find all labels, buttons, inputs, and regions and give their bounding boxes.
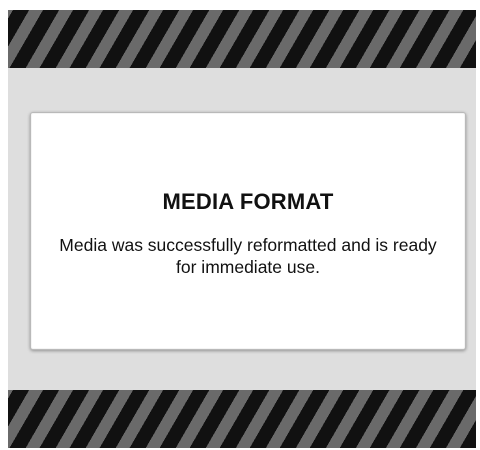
dialog-message: Media was successfully reformatted and i… — [59, 235, 437, 277]
hazard-stripe-top — [8, 10, 476, 68]
status-dialog: MEDIA FORMAT Media was successfully refo… — [30, 112, 466, 350]
hazard-stripe-bottom — [8, 390, 476, 448]
screen: MEDIA FORMAT Media was successfully refo… — [8, 10, 476, 448]
dialog-title: MEDIA FORMAT — [162, 189, 334, 214]
